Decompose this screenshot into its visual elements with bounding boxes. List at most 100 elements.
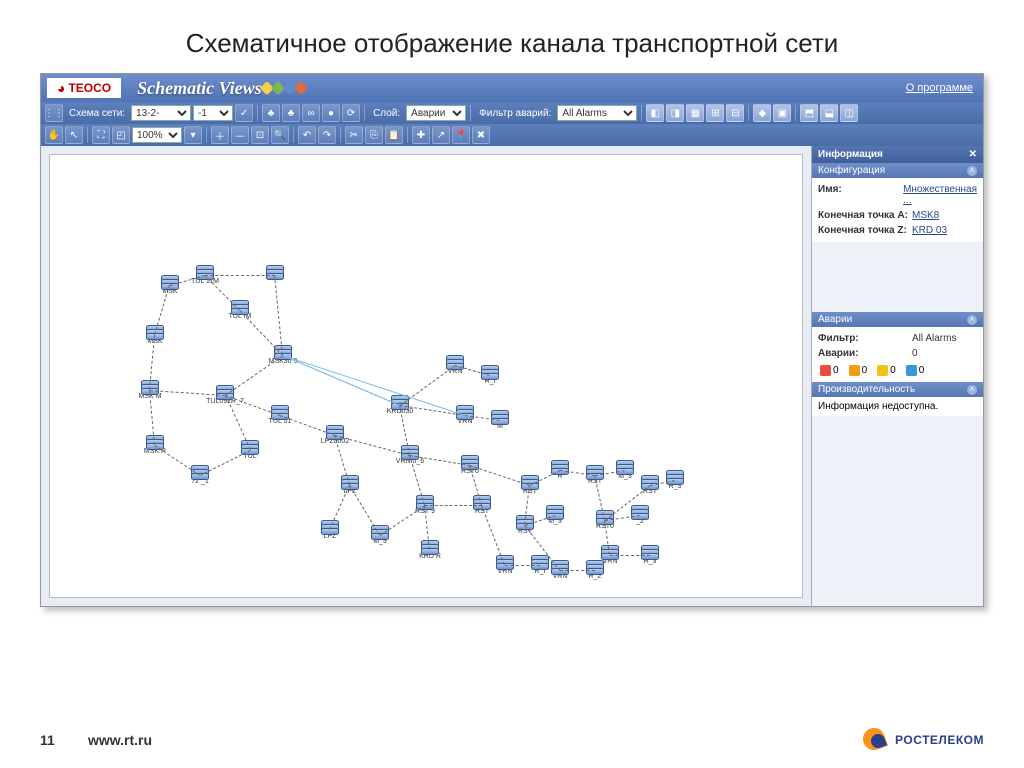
alarm-minor-count: 0 (890, 365, 896, 376)
tool-h[interactable]: ⬒ (800, 104, 818, 122)
tool-d[interactable]: ⊞ (706, 104, 724, 122)
app-title: Schematic Views (127, 78, 262, 99)
alarm-major-count: 0 (862, 365, 868, 376)
tool-b[interactable]: ◨ (666, 104, 684, 122)
section-alarms-title: Аварии (818, 314, 852, 325)
zoom-select[interactable]: 100% (132, 127, 182, 143)
section-config[interactable]: Конфигурация ˄ (812, 163, 983, 178)
section-perf-title: Производительность (818, 384, 915, 395)
network-link (204, 275, 240, 311)
network-link (239, 310, 283, 356)
endpoint-a-label: Конечная точка A: (818, 210, 908, 221)
alarms-body: Фильтр: All Alarms Аварии: 0 0 0 0 0 (812, 327, 983, 382)
refresh-icon[interactable]: ⟳ (342, 104, 360, 122)
alarm-filter-label: Фильтр: (818, 333, 908, 344)
node-icon[interactable]: ● (322, 104, 340, 122)
rostelecom-text: РОСТЕЛЕКОМ (895, 733, 984, 747)
add-link-icon[interactable]: ↗ (432, 126, 450, 144)
go-button[interactable]: ✓ (235, 104, 253, 122)
undo-icon[interactable]: ↶ (298, 126, 316, 144)
rostelecom-logo: РОСТЕЛЕКОМ (861, 726, 984, 754)
rostelecom-icon (861, 726, 889, 754)
alarm-info-icon (906, 365, 917, 376)
panel-title: Информация (818, 149, 883, 160)
zoom-fit-icon[interactable]: ⛶ (92, 126, 110, 144)
schema-select-b[interactable]: -1 (193, 105, 233, 121)
network-link (154, 445, 200, 476)
layer-select[interactable]: Аварии (406, 105, 466, 121)
network-link (283, 355, 400, 406)
filter-label: Фильтр аварий: (475, 108, 555, 119)
titlebar: ◕ TEOCO Schematic Views О программе (41, 74, 983, 102)
name-value[interactable]: Множественная ... (903, 184, 977, 206)
tree-icon-1[interactable]: ♣ (262, 104, 280, 122)
network-link (274, 275, 283, 355)
tool-g[interactable]: ▣ (773, 104, 791, 122)
tool-a[interactable]: ◧ (646, 104, 664, 122)
zoom-1to1-icon[interactable]: ⊡ (251, 126, 269, 144)
delete-icon[interactable]: ✖ (472, 126, 490, 144)
link-icon[interactable]: ∞ (302, 104, 320, 122)
network-link (283, 355, 465, 416)
footer-url: www.rt.ru (88, 732, 152, 748)
layer-label: Слой: (369, 108, 404, 119)
add-icon[interactable]: ✚ (412, 126, 430, 144)
alarm-major-icon (849, 365, 860, 376)
pin-icon[interactable]: 📍 (452, 126, 470, 144)
toolbar-primary: ⋮⋮ Схема сети: 13-2- -1 ✓ ♣ ♣ ∞ ● ⟳ Слой… (41, 102, 983, 124)
zoom-region-icon[interactable]: ◰ (112, 126, 130, 144)
paste-icon[interactable]: 📋 (385, 126, 403, 144)
pointer-icon[interactable]: ↖ (65, 126, 83, 144)
alarm-count-value: 0 (912, 348, 977, 359)
network-node[interactable]: KRD R (420, 540, 440, 560)
tool-f[interactable]: ◆ (753, 104, 771, 122)
network-node[interactable]: R_I (480, 365, 500, 385)
tool-c[interactable]: ▦ (686, 104, 704, 122)
schema-select-a[interactable]: 13-2- (131, 105, 191, 121)
endpoint-z-label: Конечная точка Z: (818, 225, 908, 236)
slide-footer: 11 www.rt.ru РОСТЕЛЕКОМ (40, 726, 984, 754)
chevron-up-icon: ˄ (967, 315, 977, 325)
search-icon[interactable]: 🔍 (271, 126, 289, 144)
logo-icon: ◕ (57, 80, 65, 96)
cut-icon[interactable]: ✂ (345, 126, 363, 144)
section-alarms[interactable]: Аварии ˄ (812, 312, 983, 327)
hand-icon[interactable]: ✋ (45, 126, 63, 144)
redo-icon[interactable]: ↷ (318, 126, 336, 144)
network-link (205, 275, 275, 276)
zoom-in-icon[interactable]: ＋ (211, 126, 229, 144)
network-link (225, 355, 284, 396)
copy-icon[interactable]: ⎘ (365, 126, 383, 144)
section-config-title: Конфигурация (818, 165, 885, 176)
app-window: ◕ TEOCO Schematic Views О программе ⋮⋮ С… (40, 73, 984, 607)
endpoint-z-value[interactable]: KRD 03 (912, 225, 977, 236)
close-icon[interactable]: ✕ (969, 149, 977, 160)
tree-icon-2[interactable]: ♣ (282, 104, 300, 122)
tool-i[interactable]: ⬓ (820, 104, 838, 122)
network-link (505, 565, 540, 566)
schema-label: Схема сети: (65, 108, 129, 119)
alarm-critical-count: 0 (833, 365, 839, 376)
section-performance[interactable]: Производительность ˄ (812, 382, 983, 397)
titlebar-deco-icon (262, 77, 306, 99)
zoom-step-icon[interactable]: ▾ (184, 126, 202, 144)
alarm-info-count: 0 (919, 365, 925, 376)
network-link (560, 570, 595, 571)
grip-icon: ⋮⋮ (45, 104, 63, 122)
tool-j[interactable]: ◫ (840, 104, 858, 122)
alarm-minor-icon (877, 365, 888, 376)
network-link (200, 450, 250, 476)
network-link (400, 365, 456, 406)
network-canvas[interactable]: MSKMSKMSK MMSK RTUL 11MTUL IMTUL092R_7MS… (49, 154, 803, 598)
endpoint-a-value[interactable]: MSK8 (912, 210, 977, 221)
network-link (481, 505, 505, 565)
alarm-filter-select[interactable]: All Alarms (557, 105, 637, 121)
alarm-critical-icon (820, 365, 831, 376)
tool-e[interactable]: ⊟ (726, 104, 744, 122)
about-link[interactable]: О программе (906, 82, 983, 94)
canvas-wrap: MSKMSKMSK MMSK RTUL 11MTUL IMTUL092R_7MS… (41, 146, 811, 606)
zoom-out-icon[interactable]: － (231, 126, 249, 144)
network-link (610, 555, 650, 556)
network-link (425, 505, 482, 506)
network-link (380, 505, 426, 536)
